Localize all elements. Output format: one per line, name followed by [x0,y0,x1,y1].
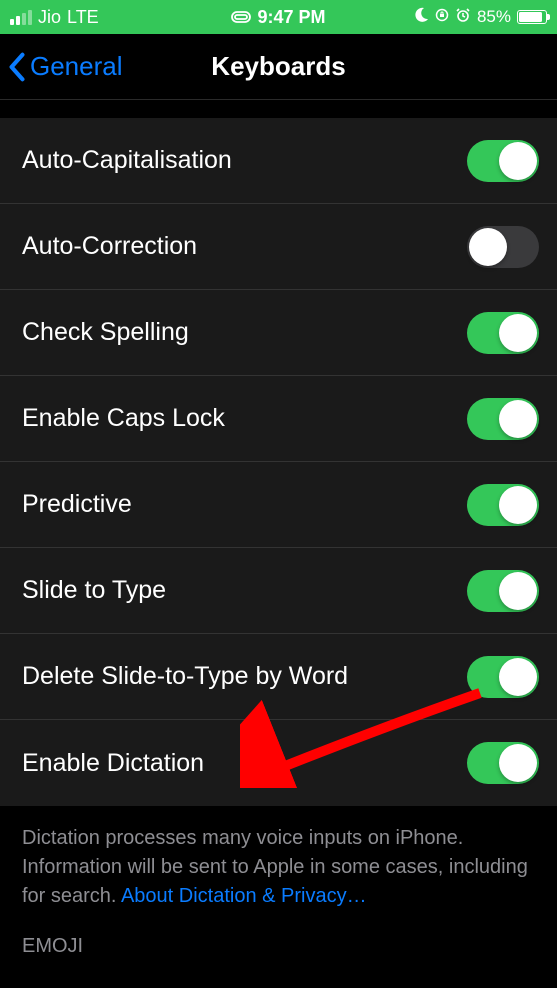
time-label: 9:47 PM [257,7,325,28]
toggle-switch[interactable] [467,570,539,612]
status-left: Jio LTE [10,7,231,28]
status-right: 85% [326,7,547,28]
setting-enable-dictation[interactable]: Enable Dictation [0,720,557,806]
alarm-icon [455,7,471,28]
lock-icon [435,7,449,27]
nav-bar: General Keyboards [0,34,557,100]
setting-auto-capitalisation[interactable]: Auto-Capitalisation [0,118,557,204]
setting-label: Check Spelling [22,318,189,347]
setting-label: Delete Slide-to-Type by Word [22,662,348,691]
setting-label: Predictive [22,490,132,519]
settings-list: Auto-Capitalisation Auto-Correction Chec… [0,118,557,806]
battery-pct: 85% [477,7,511,27]
setting-slide-to-type[interactable]: Slide to Type [0,548,557,634]
carrier-label: Jio [38,7,61,28]
signal-icon [10,10,32,25]
setting-label: Slide to Type [22,576,166,605]
dictation-privacy-link[interactable]: About Dictation & Privacy… [121,885,367,907]
setting-delete-slide-to-type[interactable]: Delete Slide-to-Type by Word [0,634,557,720]
moon-icon [413,7,429,28]
setting-check-spelling[interactable]: Check Spelling [0,290,557,376]
back-button[interactable]: General [0,51,123,82]
setting-label: Enable Caps Lock [22,404,225,433]
status-bar: Jio LTE 9:47 PM 85% [0,0,557,34]
network-label: LTE [67,7,99,28]
section-header-cutoff: EMOJI [0,911,557,958]
setting-label: Auto-Capitalisation [22,146,232,175]
toggle-switch[interactable] [467,226,539,268]
chevron-left-icon [8,52,26,82]
toggle-switch[interactable] [467,312,539,354]
battery-icon [517,10,547,24]
setting-predictive[interactable]: Predictive [0,462,557,548]
toggle-switch[interactable] [467,398,539,440]
toggle-switch[interactable] [467,742,539,784]
toggle-switch[interactable] [467,656,539,698]
setting-auto-correction[interactable]: Auto-Correction [0,204,557,290]
setting-enable-caps-lock[interactable]: Enable Caps Lock [0,376,557,462]
dictation-footer: Dictation processes many voice inputs on… [0,806,557,911]
setting-label: Auto-Correction [22,232,197,261]
toggle-switch[interactable] [467,484,539,526]
setting-label: Enable Dictation [22,749,204,778]
toggle-switch[interactable] [467,140,539,182]
back-label: General [30,51,123,82]
status-center: 9:47 PM [231,7,325,28]
hotspot-icon [231,7,251,28]
